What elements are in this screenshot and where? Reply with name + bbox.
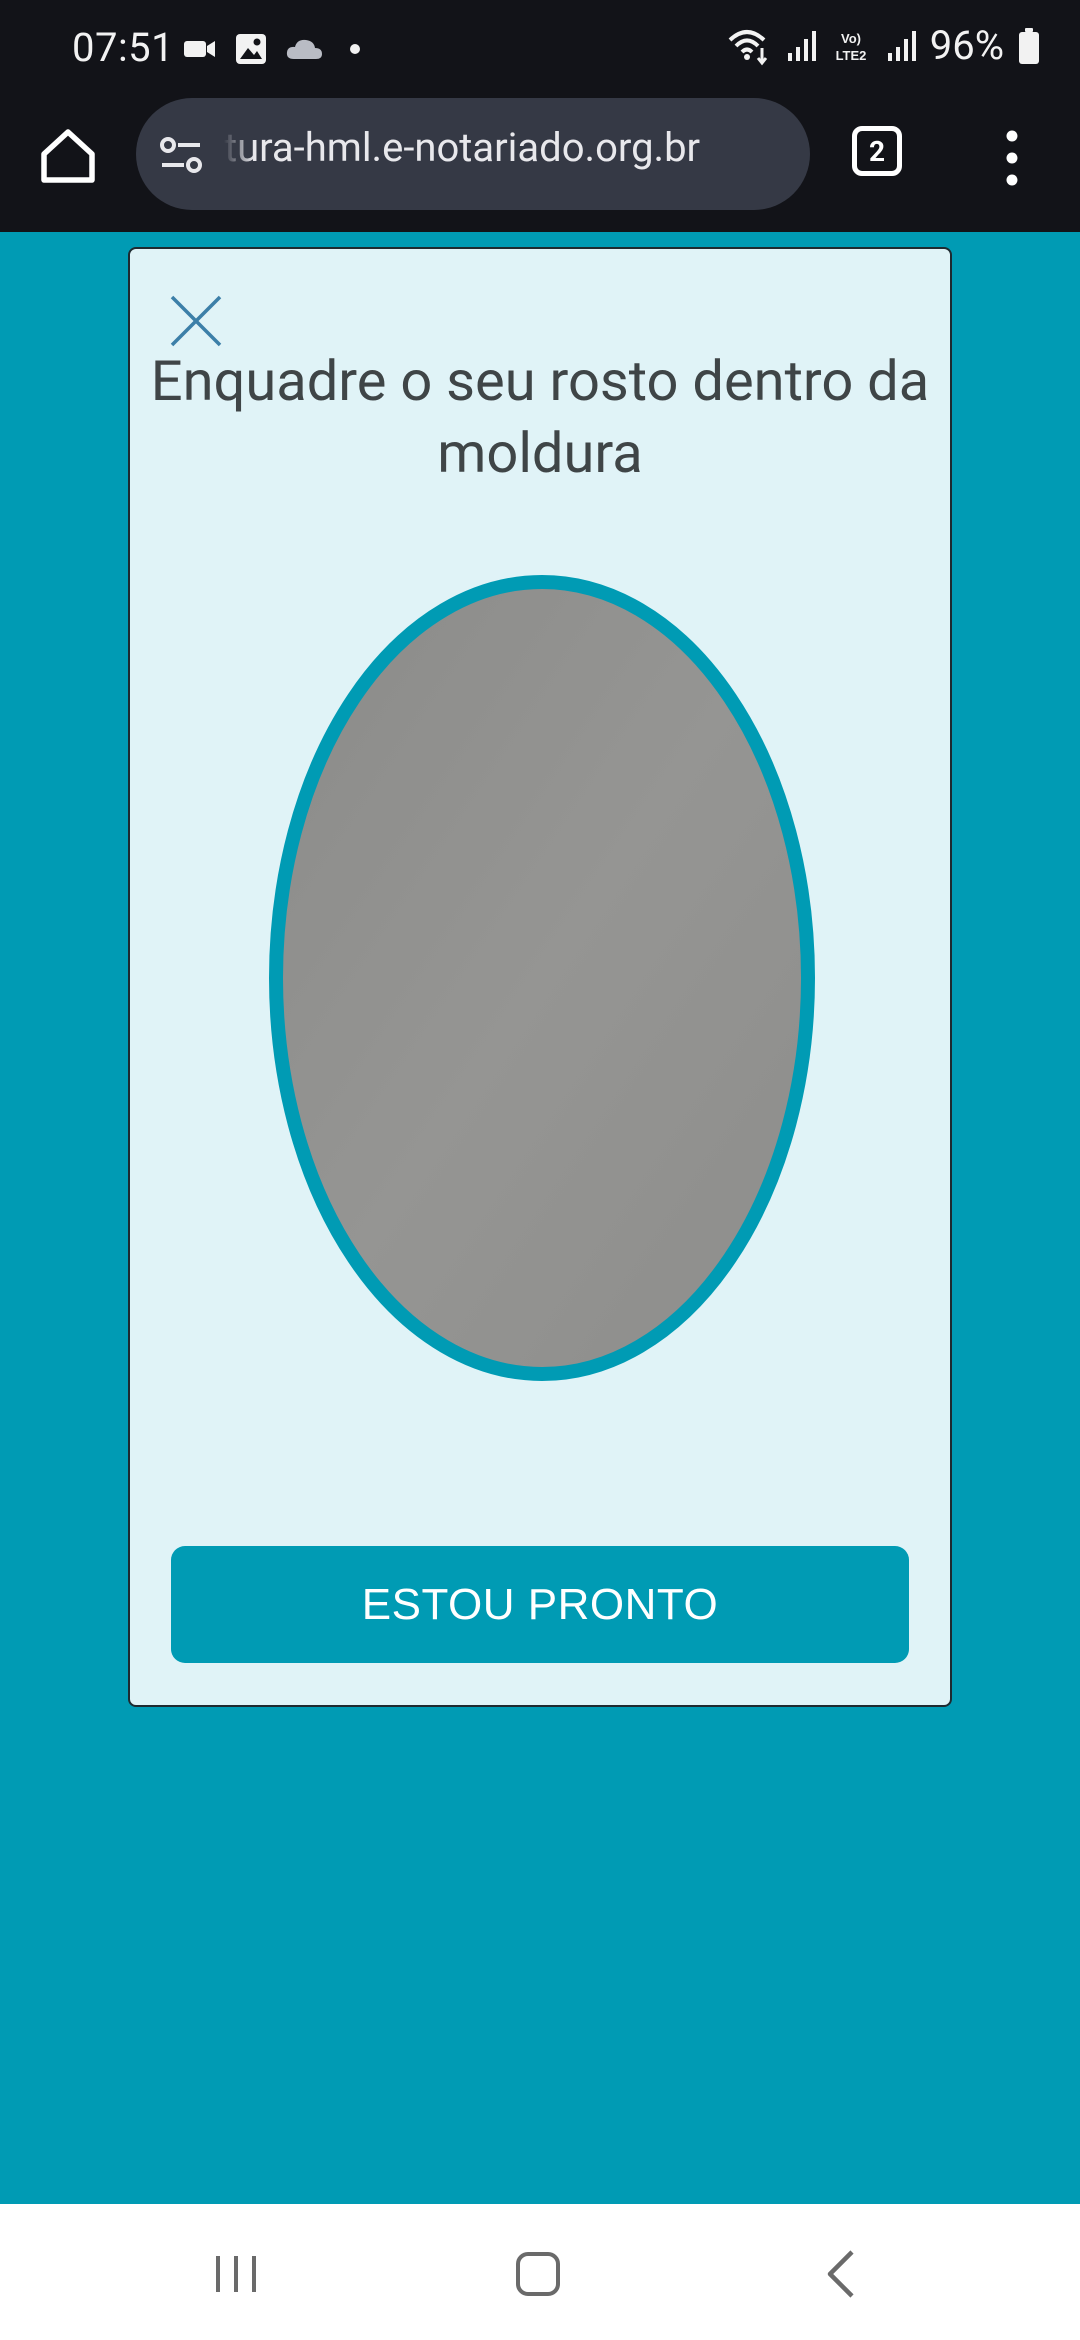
back-icon[interactable] xyxy=(812,2244,872,2304)
modal-title: Enquadre o seu rosto dentro da moldura xyxy=(150,348,930,486)
home-nav-icon[interactable] xyxy=(508,2244,568,2304)
svg-text:LTE2: LTE2 xyxy=(835,48,866,63)
ready-button[interactable]: ESTOU PRONTO xyxy=(171,1546,909,1663)
video-call-icon xyxy=(184,41,215,57)
volte-icon: Vo) LTE2 xyxy=(835,31,866,63)
face-capture-modal: Enquadre o seu rosto dentro da moldura E… xyxy=(128,247,952,1707)
notification-icons xyxy=(182,32,360,66)
battery-percentage: 96% xyxy=(929,22,1004,69)
address-bar[interactable]: tura-hml.e-notariado.org.br xyxy=(136,98,810,210)
svg-text:Vo): Vo) xyxy=(841,31,861,46)
tab-count: 2 xyxy=(868,134,886,168)
site-settings-icon[interactable] xyxy=(158,132,204,178)
navigation-bar xyxy=(0,2204,1080,2340)
cloud-icon xyxy=(286,39,322,59)
more-menu-icon[interactable] xyxy=(1000,128,1024,188)
url-fade xyxy=(224,118,254,188)
url-text: tura-hml.e-notariado.org.br xyxy=(224,124,701,171)
wifi-icon xyxy=(728,29,767,65)
browser-toolbar: tura-hml.e-notariado.org.br 2 xyxy=(0,98,1080,232)
home-button[interactable] xyxy=(36,124,100,188)
status-bar: 07:51 Vo) LTE2 96% xyxy=(0,0,1080,98)
gallery-icon xyxy=(236,34,266,64)
close-icon[interactable] xyxy=(168,293,224,349)
signal-icon xyxy=(787,30,816,61)
battery-icon xyxy=(1019,27,1039,64)
status-time: 07:51 xyxy=(72,24,175,71)
signal-icon xyxy=(887,30,916,61)
face-frame xyxy=(269,575,815,1381)
dot-icon xyxy=(350,44,360,54)
recent-apps-icon[interactable] xyxy=(206,2244,266,2304)
tab-switcher-button[interactable]: 2 xyxy=(852,126,902,176)
system-icons: Vo) LTE2 96% xyxy=(726,22,1040,69)
